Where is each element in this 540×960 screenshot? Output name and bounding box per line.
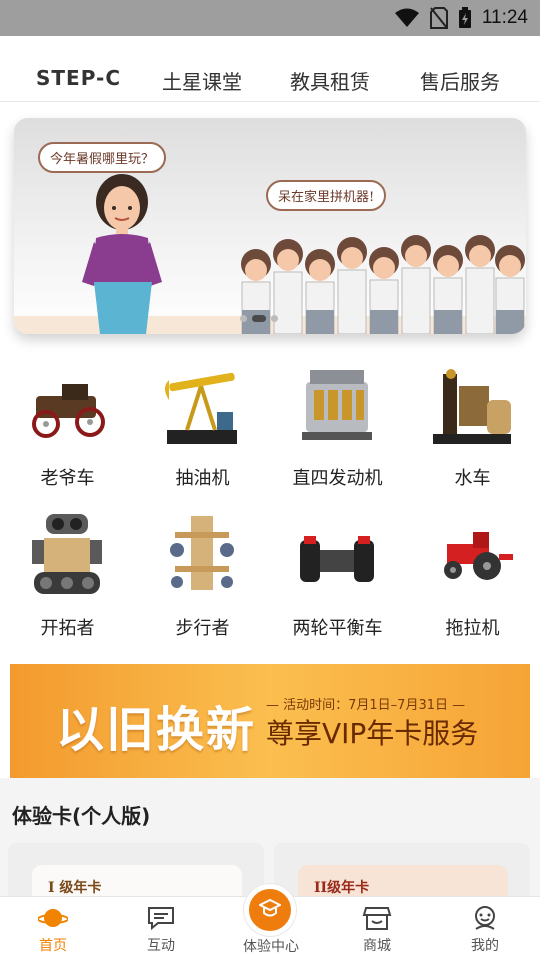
carousel-indicator[interactable] [240,315,278,322]
nav-label: 我的 [471,938,499,954]
balance-car-model-icon [300,536,374,582]
product-vintage-car[interactable]: 老爷车 [0,360,135,500]
promo-headline: 以旧换新 [56,702,257,758]
planet-icon [38,909,68,927]
speech-bubble-teacher: 今年暑假哪里玩？ [38,142,167,173]
carousel-dot[interactable] [240,315,247,322]
carousel-dot-active[interactable] [252,315,266,322]
promo-date: — 活动时间：7月1日–7月31日 — [266,698,466,713]
children-crowd-illustration [241,235,525,334]
profile-icon [475,906,495,930]
chat-icon [148,907,174,931]
wifi-icon [394,8,419,27]
carousel-dot[interactable] [271,315,278,322]
nav-label: 互动 [147,938,175,954]
walker-model-icon [170,516,234,590]
tab-saturn-classroom[interactable]: 土星课堂 [162,66,242,95]
store-icon [362,907,392,930]
nav-label: 商城 [363,938,391,954]
graduate-icon [259,898,281,917]
nav-me[interactable]: 我的 [440,901,530,955]
nav-experience-center-button[interactable] [244,884,296,936]
top-tab-bar: STEP-C 土星课堂 教具租赁 售后服务 [0,36,540,102]
speech-bubble-children: 呆在家里拼机器! [266,180,387,211]
product-label: 两轮平衡车 [292,618,383,639]
inline-four-engine-model-icon [302,370,372,440]
no-sim-icon [429,7,448,29]
product-walker[interactable]: 步行者 [135,510,270,650]
product-label: 开拓者 [40,618,95,639]
nav-experience-center-label[interactable]: 体验中心 [226,936,316,956]
product-balance-car[interactable]: 两轮平衡车 [270,510,405,650]
card-label: I 级年卡 [48,880,102,896]
product-pioneer-robot[interactable]: 开拓者 [0,510,135,650]
promo-subline: 尊享VIP年卡服务 [266,717,479,750]
tab-step-c[interactable]: STEP-C [36,66,121,90]
product-tractor[interactable]: 拖拉机 [405,510,540,650]
product-label: 拖拉机 [445,618,500,639]
battery-charging-icon [458,7,471,28]
nav-home[interactable]: 首页 [8,901,98,955]
tab-teaching-aid-rental[interactable]: 教具租赁 [290,66,370,95]
promo-banner-trade-in[interactable]: 以旧换新 — 活动时间：7月1日–7月31日 — 尊享VIP年卡服务 [10,664,530,778]
product-label: 直四发动机 [292,468,383,489]
nav-store[interactable]: 商城 [332,901,422,955]
status-icons: 11:24 [394,0,528,36]
status-bar: 11:24 [0,0,540,36]
nav-label: 首页 [39,938,67,954]
nav-interact[interactable]: 互动 [116,901,206,955]
vintage-car-model-icon [32,384,105,438]
water-wheel-model-icon [433,369,511,444]
oil-pump-model-icon [165,372,237,444]
teacher-illustration [82,174,162,334]
product-inline-four-engine[interactable]: 直四发动机 [270,360,405,500]
tractor-model-icon [444,532,513,580]
tab-after-sales[interactable]: 售后服务 [420,66,500,95]
status-time: 11:24 [481,7,528,28]
product-label: 水车 [454,468,491,489]
product-water-wheel[interactable]: 水车 [405,360,540,500]
product-label: 步行者 [175,618,230,639]
product-oil-pump[interactable]: 抽油机 [135,360,270,500]
hero-banner[interactable]: 今年暑假哪里玩？ 呆在家里拼机器! [14,118,526,334]
product-label: 老爷车 [40,468,95,489]
robot-model-icon [32,514,102,594]
card-label: II级年卡 [314,880,370,896]
section-title: 体验卡(个人版) [12,804,151,828]
product-label: 抽油机 [175,468,230,489]
